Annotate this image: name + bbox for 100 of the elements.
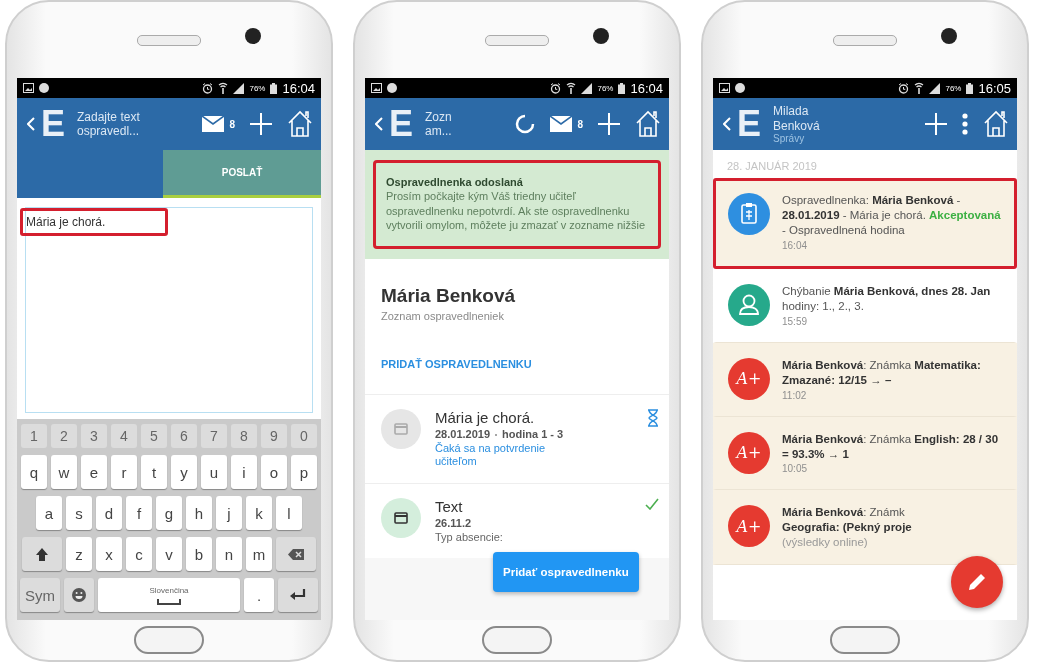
keyboard-key[interactable]: v — [156, 537, 182, 571]
keyboard-key[interactable]: s — [66, 496, 92, 530]
keyboard-key[interactable]: i — [231, 455, 257, 489]
message-time: 16:04 — [782, 238, 809, 252]
excuse-date: 26.11.2 — [435, 516, 472, 531]
add-icon[interactable] — [925, 113, 947, 135]
speaker-grille — [137, 34, 201, 46]
message-item[interactable]: A+ Mária Benková: Známk Geografia: (Pekný proje (výsledky online) — [713, 490, 1017, 566]
keyboard-key[interactable]: 2 — [51, 424, 77, 448]
keyboard-key[interactable]: j — [216, 496, 242, 530]
camera-lens — [245, 28, 261, 44]
battery-percent: 76% — [597, 83, 614, 93]
mail-icon — [202, 116, 225, 132]
excuse-detail: Typ absencie: — [435, 530, 504, 545]
keyboard-key[interactable]: 5 — [141, 424, 167, 448]
add-icon[interactable] — [598, 113, 620, 135]
keyboard-key[interactable]: a — [36, 496, 62, 530]
edit-button[interactable] — [951, 556, 1003, 608]
home-button[interactable] — [830, 626, 900, 654]
keyboard-key[interactable] — [276, 537, 316, 571]
excuse-title: Mária je chorá. — [435, 409, 536, 428]
keyboard-key[interactable]: l — [276, 496, 302, 530]
more-icon[interactable] — [962, 113, 968, 135]
keyboard-key[interactable]: w — [51, 455, 77, 489]
message-time: 15:59 — [782, 314, 809, 328]
home-icon[interactable] — [287, 110, 313, 138]
keyboard-key[interactable]: z — [66, 537, 92, 571]
grade-badge: A+ — [728, 357, 770, 400]
battery-icon — [270, 82, 278, 94]
battery-icon — [618, 82, 626, 94]
keyboard-key[interactable]: 0 — [291, 424, 317, 448]
keyboard-key[interactable]: t — [141, 455, 167, 489]
keyboard-key[interactable]: b — [186, 537, 212, 571]
keyboard-key[interactable]: m — [246, 537, 272, 571]
battery-icon — [966, 82, 974, 94]
mail-button[interactable]: 8 — [550, 116, 583, 132]
keyboard-key[interactable]: 6 — [171, 424, 197, 448]
speaker-grille — [833, 34, 897, 46]
keyboard-key[interactable]: x — [96, 537, 122, 571]
keyboard-key[interactable]: q — [21, 455, 47, 489]
keyboard-key[interactable]: 3 — [81, 424, 107, 448]
camera-lens — [941, 28, 957, 44]
alarm-icon — [202, 82, 214, 94]
keyboard-key[interactable]: . — [244, 578, 274, 612]
keyboard-key[interactable] — [64, 578, 94, 612]
keyboard-key[interactable]: y — [171, 455, 197, 489]
grade-badge: A+ — [728, 431, 770, 474]
keyboard-key[interactable]: e — [81, 455, 107, 489]
message-item[interactable]: Ospravedlnenka: Mária Benková - 28.01.2019 - Mária je chorá. Akceptovaná - Ospravedlnená hodina 16:04 — [713, 178, 1017, 269]
message-text: Mária je chorá. — [20, 208, 169, 236]
gallery-icon — [23, 83, 34, 93]
alarm-icon — [550, 82, 562, 94]
keyboard-key[interactable]: 1 — [21, 424, 47, 448]
home-icon[interactable] — [635, 110, 661, 138]
home-icon[interactable] — [983, 110, 1009, 138]
message-item[interactable]: A+ Mária Benková: Známka Matematika: Zmazané: 12/15 → – 11:02 — [713, 342, 1017, 417]
wifi-icon — [914, 82, 925, 94]
keyboard-key[interactable] — [278, 578, 318, 612]
keyboard-key[interactable]: h — [186, 496, 212, 530]
notice-title: Ospravedlnenka odoslaná — [386, 175, 524, 190]
wifi-icon — [566, 82, 577, 94]
keyboard-key[interactable]: c — [126, 537, 152, 571]
keyboard-key[interactable]: u — [201, 455, 227, 489]
add-icon[interactable] — [250, 113, 272, 135]
keyboard-key[interactable]: Slovenčina — [98, 578, 240, 612]
message-item[interactable]: Chýbanie Mária Benková, dnes 28. Jan hodiny: 1., 2., 3. 15:59 — [713, 268, 1017, 343]
home-button[interactable] — [482, 626, 552, 654]
keyboard-key[interactable]: p — [291, 455, 317, 489]
home-button[interactable] — [134, 626, 204, 654]
wifi-icon — [218, 82, 229, 94]
keyboard-key[interactable]: n — [216, 537, 242, 571]
mail-button[interactable]: 8 — [202, 116, 235, 132]
pencil-icon — [967, 572, 987, 592]
screen-title: Zadajte text ospravedl... — [77, 109, 141, 139]
date-header: 28. JANUÁR 2019 — [726, 159, 818, 174]
keyboard-key[interactable]: 4 — [111, 424, 137, 448]
excuse-hours: hodina 1 - 3 — [502, 427, 564, 442]
keyboard-key[interactable]: Sym — [20, 578, 60, 612]
back-icon[interactable] — [27, 117, 35, 131]
keyboard-key[interactable]: f — [126, 496, 152, 530]
keyboard-key[interactable]: g — [156, 496, 182, 530]
message-item[interactable]: A+ Mária Benková: Známka English: 28 / 30 = 93.3% → 1 10:05 — [713, 416, 1017, 491]
gallery-icon — [371, 83, 382, 93]
app-logo: E — [389, 106, 413, 142]
keyboard-key[interactable] — [22, 537, 62, 571]
message-time: 11:02 — [782, 388, 808, 402]
keyboard-key[interactable]: 7 — [201, 424, 227, 448]
gallery-icon — [719, 83, 730, 93]
keyboard-key[interactable]: 9 — [261, 424, 287, 448]
back-icon[interactable] — [723, 117, 731, 131]
app-logo: E — [41, 106, 65, 142]
space-bar-icon — [157, 598, 181, 605]
signal-icon — [233, 82, 245, 94]
keyboard-key[interactable]: r — [111, 455, 137, 489]
keyboard-key[interactable]: k — [246, 496, 272, 530]
keyboard-key[interactable]: d — [96, 496, 122, 530]
status-time: 16:04 — [630, 80, 663, 96]
keyboard-key[interactable]: o — [261, 455, 287, 489]
keyboard-key[interactable]: 8 — [231, 424, 257, 448]
back-icon[interactable] — [375, 117, 383, 131]
